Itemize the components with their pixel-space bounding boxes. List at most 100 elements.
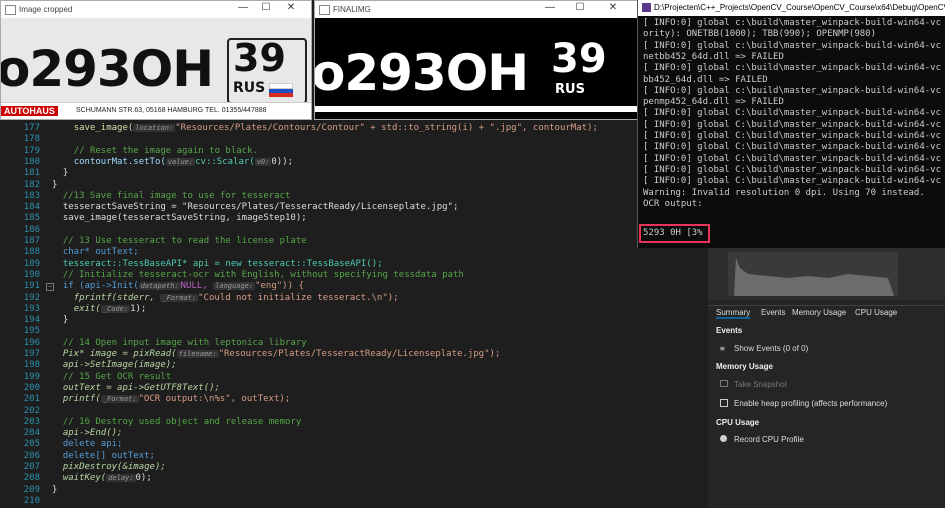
console-line: [ INFO:0] global C:\build\master_winpack…: [643, 176, 942, 187]
checkbox-icon[interactable]: [720, 399, 728, 407]
console-line: OCR output:: [643, 198, 703, 209]
code-line-180: contourMat.setTo(value: cv::Scalar(v0: 0))…: [73, 156, 294, 167]
record-icon: [720, 435, 727, 442]
binary-plate-image: o293OH 39 RUS: [315, 18, 638, 119]
tab-cpu-usage[interactable]: CPU Usage: [855, 308, 897, 317]
code-line-194: }: [62, 315, 69, 326]
memory-usage-header: Memory Usage: [716, 362, 773, 371]
maximize-icon[interactable]: ☐: [256, 2, 276, 13]
line-number: 194: [23, 315, 40, 326]
console-title: D:\Projecten\C++_Projects\OpenCV_Course\…: [654, 3, 945, 12]
close-icon[interactable]: ✕: [603, 2, 623, 13]
line-number: 204: [23, 428, 40, 439]
line-number: 207: [23, 462, 40, 472]
dealer-name: AUTOHAUS: [1, 106, 58, 116]
plate-country: RUS: [555, 82, 585, 97]
line-number: 191: [23, 281, 40, 292]
ocr-result-highlight: [639, 224, 710, 243]
line-number: 181: [23, 168, 40, 179]
line-number: 209: [23, 484, 40, 495]
console-window[interactable]: D:\Projecten\C++_Projects\OpenCV_Course\…: [637, 0, 945, 248]
code-line-209: }: [52, 484, 58, 495]
plate-border: [315, 106, 638, 112]
line-number: 179: [23, 145, 40, 156]
code-line-184: tesseractSaveString = "Resources/Plates/…: [62, 202, 459, 213]
line-number: 206: [23, 450, 40, 461]
code-line-193: exit(_Code: 1);: [73, 303, 147, 314]
window-titlebar[interactable]: Image cropped — ☐ ✕: [1, 1, 311, 18]
russian-flag-icon: [269, 83, 293, 97]
tab-summary[interactable]: Summary: [716, 308, 751, 319]
code-line-182: }: [52, 179, 58, 190]
code-line-185: save_image(tesseractSaveString, imageSte…: [62, 213, 307, 224]
console-titlebar[interactable]: D:\Projecten\C++_Projects\OpenCV_Course\…: [638, 0, 945, 16]
line-number: 187: [23, 236, 40, 246]
line-number: 202: [23, 405, 40, 416]
line-number: 200: [23, 382, 40, 393]
line-number: 182: [23, 179, 40, 190]
code-line-201: printf(_Format: "OCR output:\n%s", outTex…: [62, 394, 291, 405]
plate-text: o293OH: [1, 40, 214, 98]
show-events-link[interactable]: Show Events (0 of 0): [734, 344, 808, 353]
finalimg-window[interactable]: FINALIMG — ☐ ✕ o293OH 39 RUS: [314, 0, 639, 120]
line-number: 177: [23, 123, 40, 133]
code-line-204: api->End();: [62, 428, 123, 439]
plate-country: RUS: [233, 80, 266, 96]
take-snapshot-button[interactable]: Take Snapshot: [734, 380, 787, 389]
code-line-183: //13 Save final image to use for tessera…: [62, 190, 291, 201]
line-number: 199: [23, 371, 40, 382]
console-line: [ INFO:0] global C:\build\master_winpack…: [643, 164, 942, 175]
line-number: 188: [23, 247, 40, 258]
console-line: [ INFO:0] global C:\build\master_winpack…: [643, 119, 942, 130]
code-line-198: api->SetImage(image);: [62, 360, 177, 371]
console-line: netbb452_64d.dll => FAILED: [643, 51, 784, 62]
line-number: 185: [23, 213, 40, 224]
console-app-icon: [642, 3, 651, 12]
image-cropped-window[interactable]: Image cropped — ☐ ✕ o293OH 39 RUS AUTOHA…: [0, 0, 312, 120]
code-line-196: // 14 Open input image with leptonica li…: [62, 337, 307, 348]
console-line: [ INFO:0] global c:\build\master_winpack…: [643, 40, 942, 51]
tab-memory-usage[interactable]: Memory Usage: [792, 308, 846, 317]
plate-region-number: 39: [233, 36, 286, 80]
maximize-icon[interactable]: ☐: [570, 2, 590, 13]
window-title: Image cropped: [19, 5, 73, 14]
close-icon[interactable]: ✕: [281, 2, 301, 13]
tab-events[interactable]: Events: [761, 308, 785, 317]
code-line-192: fprintf(stderr, _Format: "Could not initi…: [73, 292, 399, 303]
console-line: ority): ONETBB(1000); TBB(990); OPENMP(9…: [643, 29, 876, 40]
minimize-icon[interactable]: —: [233, 2, 253, 13]
console-line: [ INFO:0] global C:\build\master_winpack…: [643, 108, 942, 119]
console-line: [ INFO:0] global c:\build\master_winpack…: [643, 85, 942, 96]
line-number: 189: [23, 258, 40, 269]
line-number: 210: [23, 495, 40, 506]
events-header: Events: [716, 326, 743, 335]
heap-profiling-checkbox-label[interactable]: Enable heap profiling (affects performan…: [734, 399, 887, 408]
code-line-208: waitKey(delay: 0);: [62, 473, 152, 484]
line-number: 183: [23, 190, 40, 201]
line-number: 198: [23, 360, 40, 371]
line-number: 193: [23, 303, 40, 314]
diagnostic-tools-panel[interactable]: Summary Events Memory Usage CPU Usage Ev…: [708, 248, 945, 508]
dealer-strip: AUTOHAUS SCHUMANN STR.63, 05168 HAMBURG …: [1, 102, 311, 119]
code-line-205: delete api;: [62, 439, 123, 450]
line-number: 197: [23, 349, 40, 359]
dealer-address: SCHUMANN STR.63, 05168 HAMBURG TEL. 0135…: [76, 107, 267, 114]
window-titlebar[interactable]: FINALIMG — ☐ ✕: [315, 1, 638, 18]
line-number: 180: [23, 156, 40, 167]
line-number: 196: [23, 337, 40, 348]
code-line-187: // 13 Use tesseract to read the license …: [62, 236, 307, 246]
minimize-icon[interactable]: —: [540, 2, 560, 13]
line-number: 195: [23, 326, 40, 337]
line-number: 178: [23, 134, 40, 145]
window-app-icon: [319, 5, 330, 15]
console-line: [ INFO:0] global c:\build\master_winpack…: [643, 63, 942, 74]
console-line: [ INFO:0] global C:\build\master_winpack…: [643, 153, 942, 164]
divider: [708, 305, 945, 306]
code-editor[interactable]: 177 178 179 180 181 182 183 184 185 186 187 188 189 1…: [0, 118, 640, 508]
record-cpu-profile-button[interactable]: Record CPU Profile: [734, 435, 804, 444]
console-line: Warning: Invalid resolution 0 dpi. Using…: [643, 187, 925, 198]
line-number: 186: [23, 224, 40, 235]
code-line-199: // 15 Get OCR result: [62, 371, 172, 382]
line-number: 192: [23, 292, 40, 303]
code-line-190: // Initialize tesseract-ocr with English…: [62, 269, 464, 280]
